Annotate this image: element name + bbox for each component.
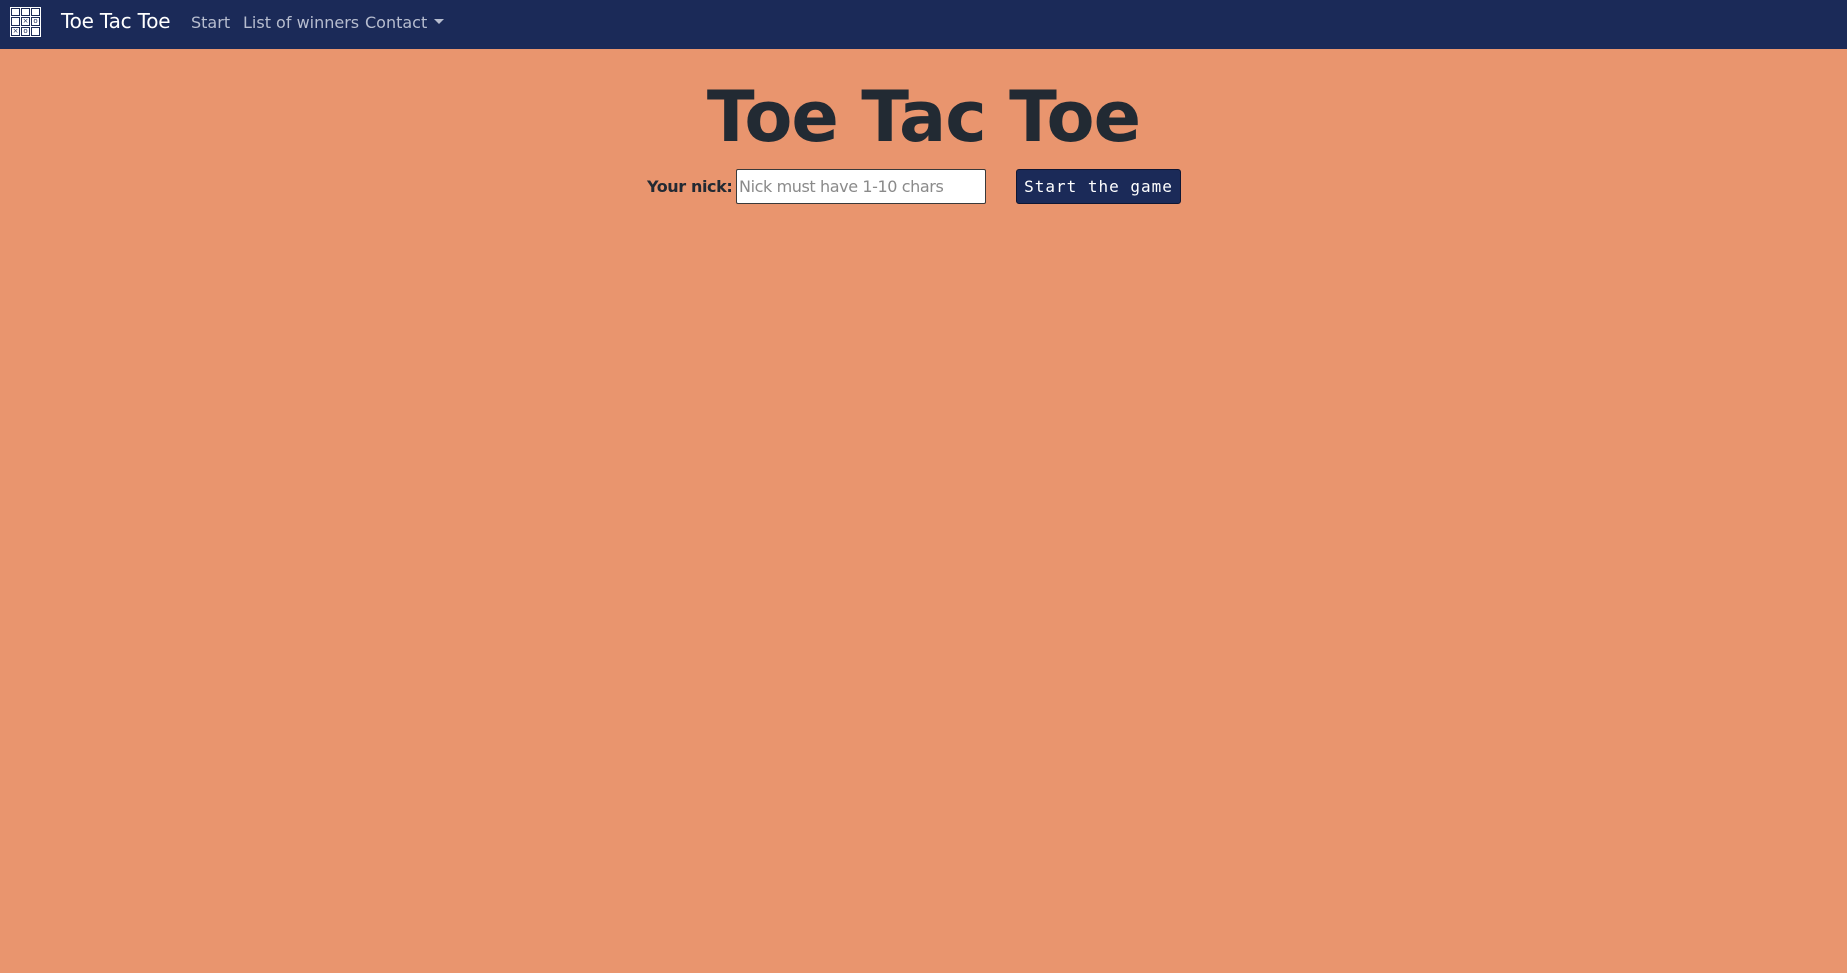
brand-title-link[interactable]: Toe Tac Toe <box>61 9 171 33</box>
nick-input[interactable] <box>736 169 986 204</box>
caret-down-icon <box>434 19 445 24</box>
logo-cell: o <box>31 17 40 26</box>
tic-tac-toe-logo-icon[interactable]: × o × o <box>10 7 41 37</box>
logo-cell <box>11 17 20 26</box>
logo-cell: × <box>21 17 30 26</box>
nav-contact-label: Contact <box>365 13 428 32</box>
logo-cell <box>31 27 40 36</box>
logo-cell <box>21 8 30 16</box>
logo-cell <box>11 8 20 16</box>
nav-link-list-of-winners[interactable]: List of winners <box>243 13 359 32</box>
page-title: Toe Tac Toe <box>706 76 1141 158</box>
nav-link-start[interactable]: Start <box>191 13 230 32</box>
nick-label: Your nick: <box>647 177 733 196</box>
start-game-button[interactable]: Start the game <box>1016 169 1181 204</box>
top-navbar: × o × o Toe Tac Toe Start List of winner… <box>0 0 1847 49</box>
logo-cell: o <box>21 27 30 36</box>
logo-cell <box>31 8 40 16</box>
logo-cell: × <box>11 27 20 36</box>
nav-dropdown-contact[interactable]: Contact <box>365 13 445 32</box>
